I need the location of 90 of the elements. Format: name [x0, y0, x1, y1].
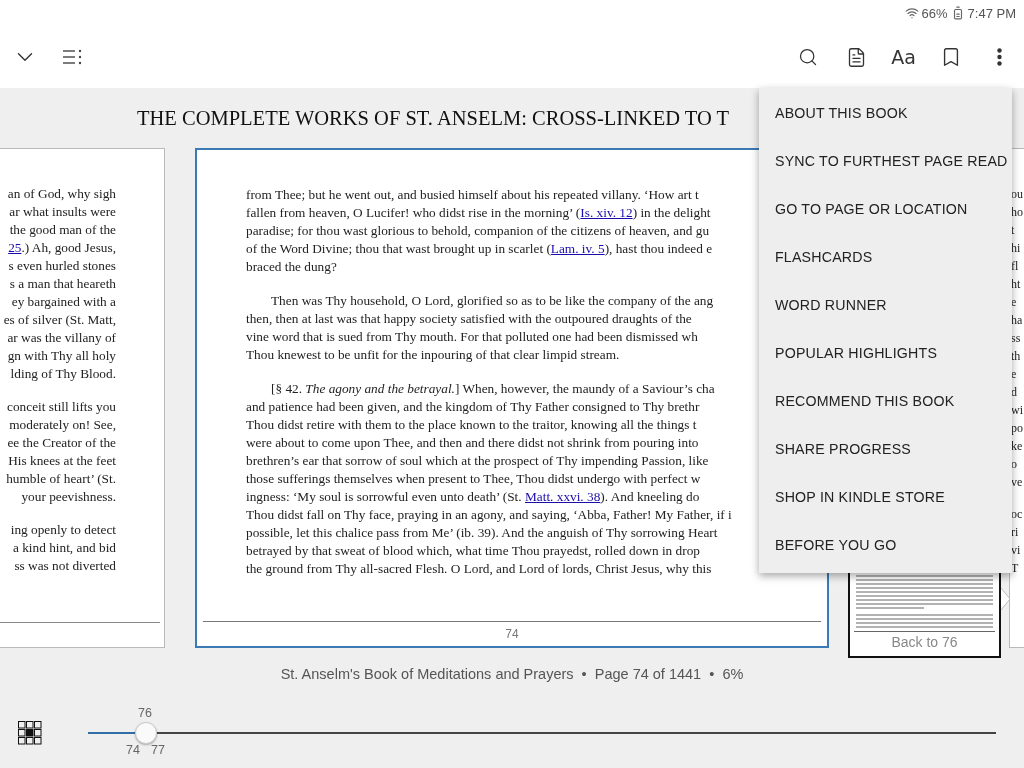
text-line: your peevishness.: [21, 488, 116, 506]
text-line: fl: [1011, 258, 1019, 275]
text-line: an of God, why sigh: [7, 185, 116, 203]
menu-item[interactable]: ABOUT THIS BOOK: [759, 89, 1012, 137]
text-line: ee the Creator of the: [7, 434, 116, 452]
reading-progress-info: St. Anselm's Book of Meditations and Prayers • Page 74 of 1441 • 6%: [280, 666, 744, 682]
text-line: es of silver (St. Matt,: [3, 311, 116, 329]
slider-thumb[interactable]: [135, 722, 158, 744]
slider-label: 77: [151, 743, 165, 757]
text-line: the good man of the: [9, 221, 116, 239]
text-line: th: [1011, 348, 1021, 365]
menu-item[interactable]: BEFORE YOU GO: [759, 521, 1012, 569]
text-line: moderately on! See,: [9, 416, 116, 434]
text-line: ingness: ‘My soul is sorrowful even unto death’ (St. Matt. xxvi. 38). And kneeling do: [246, 488, 700, 506]
menu-item[interactable]: RECOMMEND THIS BOOK: [759, 377, 1012, 425]
text-line: from Thee; but he went out, and busied himself about his repeated villany. ‘How art t: [246, 186, 699, 204]
text-line: Thou knewest to be unfit for the inpouring of that clear limpid stream.: [246, 346, 620, 364]
menu-item[interactable]: SHARE PROGRESS: [759, 425, 1012, 473]
page-slider[interactable]: [88, 722, 996, 744]
reference-link[interactable]: 25: [8, 240, 22, 255]
text-line: ey bargained with a: [11, 293, 116, 311]
text-line: betrayed by that sweat of blood which, what time Thou prayedst, rolled down in drop: [246, 542, 700, 560]
text-line: vine word that is sued from Thy mouth. For that polluted one had been dismissed wh: [246, 328, 698, 346]
text-line: e: [1011, 366, 1017, 383]
grid-view-icon[interactable]: [18, 721, 42, 745]
book-title: THE COMPLETE WORKS OF ST. ANSELM: CROSS-LINKED TO T: [137, 106, 730, 130]
text-line: ou: [1011, 186, 1023, 203]
text-line: ri: [1011, 524, 1019, 541]
text-line: and patience had been given, and the kingdom of Thy Father consigned to Thy brethr: [246, 398, 700, 416]
text-line: ss was not diverted: [14, 557, 116, 575]
text-line: s even hurled stones: [8, 257, 116, 275]
menu-item[interactable]: SYNC TO FURTHEST PAGE READ: [759, 137, 1012, 185]
font-settings-button[interactable]: Aa: [889, 42, 918, 72]
text-line: then, then at last was that happy society satisfied with the outpoured draughts of the: [246, 310, 692, 328]
text-line: conceit still lifts you: [7, 398, 116, 416]
menu-item[interactable]: SHOP IN KINDLE STORE: [759, 473, 1012, 521]
text-line: oc: [1011, 506, 1023, 523]
text-line: po: [1011, 420, 1023, 437]
text-line: ing openly to detect: [10, 521, 116, 539]
text-line: ke: [1011, 438, 1023, 455]
menu-item[interactable]: FLASHCARDS: [759, 233, 1012, 281]
text-line: gn with Thy all holy: [7, 347, 116, 365]
reference-link[interactable]: Is. xiv. 12: [580, 205, 633, 220]
text-line: the ground from Thy all-sacred Flesh. O Lord, and Lord of lords, Christ Jesus, why this: [246, 560, 712, 578]
text-line: humble of heart’ (St.: [6, 470, 116, 488]
text-line: paradise; for thou wast glorious to behold, companion of the citizens of heaven, and gu: [246, 222, 710, 240]
text-line: lding of Thy Blood.: [10, 365, 116, 383]
reference-link[interactable]: Lam. iv. 5: [550, 241, 605, 256]
page-number: 74: [505, 627, 519, 641]
text-line: ha: [1011, 312, 1023, 329]
menu-item[interactable]: POPULAR HIGHLIGHTS: [759, 329, 1012, 377]
text-line: ve: [1011, 474, 1023, 491]
text-line: brethren’s ear that sorrow of soul which at the prospect of Thy impending Passion, like: [246, 452, 709, 470]
text-line: ss: [1011, 330, 1021, 347]
text-line: were about to come upon Thee, and then and there didst not shrink from pouring into: [246, 434, 699, 452]
slider-label: 74: [126, 743, 140, 757]
text-line: Thou didst fall on Thy face, praying in an agony, and saying, ‘Abba, Father! My Father, if i: [246, 506, 732, 524]
more-vertical-icon: [996, 48, 1002, 66]
text-line: s a man that heareth: [9, 275, 116, 293]
text-line: ho: [1011, 204, 1023, 221]
back-to-page-label[interactable]: Back to 76: [854, 631, 995, 650]
text-line: [§ 42. The agony and the betrayal.] When, however, the maundy of a Saviour’s cha: [270, 380, 715, 398]
text-line: His knees at the feet: [8, 452, 116, 470]
page-thumbnail[interactable]: Back to 76: [848, 573, 1001, 658]
text-line: those sufferings themselves when present to Thee, Thou didst undergo with perfect w: [246, 470, 701, 488]
text-line: a kind hint, and bid: [12, 539, 116, 557]
text-line: wi: [1011, 402, 1023, 419]
menu-item[interactable]: WORD RUNNER: [759, 281, 1012, 329]
text-line: Then was Thy household, O Lord, glorified so as to be like the company of the ang: [270, 292, 714, 310]
table-of-contents-icon: [63, 49, 83, 65]
battery-percent: 66%: [921, 5, 948, 21]
slider-label: 76: [138, 706, 152, 720]
reference-link[interactable]: Matt. xxvi. 38: [524, 489, 601, 504]
text-line: ar was the villany of: [7, 329, 116, 347]
text-line: d: [1011, 384, 1017, 401]
text-line: e: [1011, 294, 1017, 311]
text-line: ht: [1011, 276, 1021, 293]
text-line: 25.) Ah, good Jesus,: [8, 239, 116, 257]
text-line: hi: [1011, 240, 1021, 257]
menu-item[interactable]: GO TO PAGE OR LOCATION: [759, 185, 1012, 233]
search-icon: [798, 47, 819, 67]
text-line: braced the dung?: [246, 258, 337, 276]
text-line: fallen from heaven, O Lucifer! who didst rise in the morning’ (Is. xiv. 12) in the delight: [246, 204, 711, 222]
text-line: t: [1011, 222, 1015, 239]
clock-time: 7:47 PM: [967, 5, 1016, 21]
text-line: Thou didst retire with them to the place known to the traitor, knowing all the things t: [246, 416, 697, 434]
text-line: of the Word Divine; thou that wast brought up in scarlet (Lam. iv. 5), hast thou indeed e: [246, 240, 713, 258]
text-line: ar what insults were: [9, 203, 116, 221]
text-line: possible, let this chalice pass from Me’ (ib. 39). And the anguish of Thy sorrowing Heart: [246, 524, 718, 542]
wifi-icon: [904, 6, 919, 20]
